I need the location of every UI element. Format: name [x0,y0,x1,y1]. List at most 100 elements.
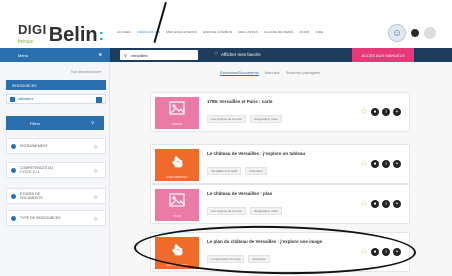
checkbox-checked-icon[interactable] [96,97,102,103]
filter-competences[interactable]: COMPÉTENCES DU CYCLE 3 / 4 Q [6,162,106,178]
annotation-pen-stroke [153,2,167,43]
search-icon: ⚲ [124,52,127,58]
tag[interactable]: Versailles à la veille [207,167,242,175]
toolbar: Menu ✖ ⚲ versailles ♡ Afficher mes favor… [0,48,452,62]
notification-dot-icon[interactable] [411,29,419,37]
add-icon[interactable]: + [393,107,401,116]
top-nav-item[interactable]: AVOIR [299,30,309,34]
filter-plus-icon [11,143,16,149]
top-navigation: ACCUEIL RESSOURCES MES ÉDUCATEURS ESPACE CO… [117,30,323,34]
search-icon: Q [93,194,97,199]
filter-sidebar: Tout déselectionner RESSOURCES Utilisate… [0,62,110,276]
logo-colon: : [98,27,104,44]
tab-0[interactable]: Exercices/Documents [220,70,259,76]
user-checkbox-label: Utilisateur [18,97,34,101]
top-nav-item[interactable]: MES LISTES [238,30,258,34]
close-icon[interactable]: ✖ [99,51,102,59]
search-input[interactable]: ⚲ versailles [120,50,198,60]
search-icon: Q [93,144,97,149]
tab-1[interactable]: Manuels [265,70,280,76]
top-nav-item[interactable]: MES ÉDUCATEURS [166,30,197,34]
tag[interactable]: Les origines de la révol [207,207,246,215]
top-nav-item[interactable]: CLASSE DE DEMO [264,30,293,34]
filter-plus-icon [11,193,16,199]
search-icon: Q [93,216,97,221]
resource-title[interactable]: 1789. Versailles et Paris : carte [207,99,273,104]
thumbnail-caption: EXPLORATION [166,174,188,179]
filter-type[interactable]: TYPE DE RESSOURCES Q [6,210,106,226]
logo-belin: Belin [48,24,98,46]
add-icon[interactable]: + [393,199,401,208]
filter-label: TYPE DE RESSOURCES [20,216,61,220]
tab-2[interactable]: Séances partagées [286,70,320,76]
user-avatar-icon[interactable]: ☺ [388,24,406,42]
result-card[interactable]: CARTE 1789. Versailles et Paris : carte Le… [150,92,410,132]
filter-button-label: Filtrer [30,120,41,126]
deselect-all-link[interactable]: Tout déselectionner [71,70,101,74]
hand-pointer-icon [170,152,184,173]
thumbnail-caption: CARTE [171,121,183,126]
thumbnail-caption: PLAN [173,213,181,218]
resource-title[interactable]: Le château de Versailles : plan [207,191,272,196]
user-checkbox-row[interactable]: Utilisateur [6,94,106,104]
app-window: { "header": { "logo_top": "DIGI", "logo_… [0,0,452,276]
filter-label: ÉTUDES DE DOCUMENTS [20,192,43,200]
resources-group-header[interactable]: RESSOURCES [6,80,106,90]
resource-tags: Les origines de la révol Géographie, cart… [207,207,282,215]
star-icon[interactable]: ☆ [360,199,368,208]
top-nav-item[interactable]: ACCUEIL [117,30,131,34]
filter-entrainement[interactable]: ENTRAÎNEMENT Q [6,138,106,154]
top-nav-item[interactable]: AIDE [316,30,324,34]
view-icon[interactable]: ● [371,199,379,208]
info-icon[interactable]: i [382,107,390,116]
menu-label: Menu [18,52,29,58]
star-icon[interactable]: ☆ [360,159,368,168]
logo-digi: DIGI [18,22,47,37]
resource-thumbnail[interactable]: CARTE [155,97,199,129]
view-icon[interactable]: ● [371,159,379,168]
result-card[interactable]: EXPLORATION Le château de Versailles : j'… [150,144,410,184]
result-card[interactable]: PLAN Le château de Versailles : plan Les o… [150,184,410,224]
access-manuals-label: ACCÈS AUX MANUELS [361,52,405,58]
search-value: versailles [130,52,148,58]
app-header: DIGI thèque Belin : ACCUEIL RESSOURCES MES… [0,0,452,48]
results-tabs: Exercices/Documents Manuels Séances partag… [220,70,320,76]
tag[interactable]: Géographie, carte [249,115,282,123]
filter-etudes[interactable]: ÉTUDES DE DOCUMENTS Q [6,188,106,204]
add-icon[interactable]: + [393,159,401,168]
heart-icon: ♡ [214,51,219,56]
tag[interactable]: Animation [245,167,267,175]
star-icon[interactable]: ☆ [360,107,368,116]
favorites-toggle[interactable]: ♡ Afficher mes favoris [214,51,260,57]
top-nav-item[interactable]: ESPACE COMMUN [203,30,232,34]
resource-title[interactable]: Le château de Versailles : j'explore un … [207,151,305,156]
info-icon[interactable]: i [382,159,390,168]
view-icon[interactable]: ● [371,107,379,116]
resource-thumbnail[interactable]: EXPLORATION [155,149,199,181]
resource-thumbnail[interactable]: PLAN [155,189,199,221]
image-icon [169,192,185,212]
filter-label: ENTRAÎNEMENT [20,144,48,148]
card-actions: ☆ ● i + [360,199,401,208]
search-icon: Q [93,168,97,173]
checkbox-icon[interactable] [10,96,15,102]
filter-button[interactable]: Filtrer ⚲ [6,116,104,130]
resources-group-title: RESSOURCES [12,84,37,88]
card-actions: ☆ ● i + [360,159,401,168]
favorites-label: Afficher mes favoris [221,51,261,57]
info-icon[interactable]: i [382,199,390,208]
search-icon: ⚲ [91,120,94,125]
tag[interactable]: Géographie, carte [249,207,282,215]
header-icons: ☺ [388,24,436,42]
tag[interactable]: Les origines de la révol [207,115,246,123]
filter-label: COMPÉTENCES DU CYCLE 3 / 4 [20,166,54,174]
filter-plus-icon [11,167,16,173]
image-icon [169,100,185,120]
access-manuals-button[interactable]: ACCÈS AUX MANUELS [352,48,414,62]
digitheque-belin-logo[interactable]: DIGI thèque Belin : [18,21,104,45]
filter-plus-icon [11,215,16,221]
menu-toggle[interactable]: Menu ✖ [0,48,110,62]
logo-sub: thèque [18,39,34,45]
resource-tags: Les origines de la révol Géographie, cart… [207,115,282,123]
profile-avatar-icon[interactable] [424,27,436,39]
